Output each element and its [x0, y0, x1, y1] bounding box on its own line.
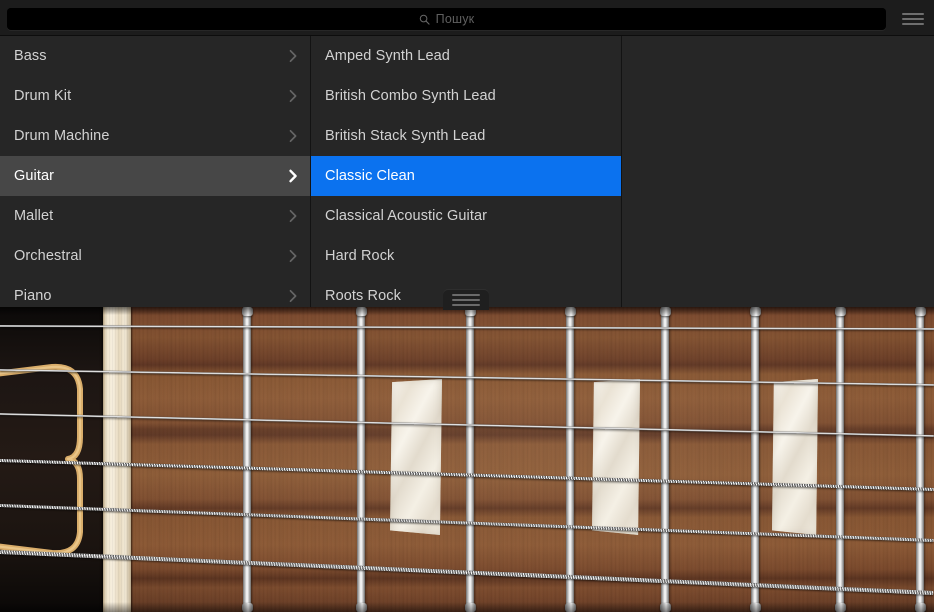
fret-cap-top — [242, 307, 253, 316]
menu-line-2 — [902, 18, 924, 20]
chevron-right-icon — [288, 289, 298, 303]
patch-label: Classic Clean — [325, 168, 609, 184]
fret-cap-bottom — [835, 603, 846, 612]
handle-line-2 — [452, 299, 480, 301]
search-input[interactable]: Пошук — [7, 8, 886, 30]
patch-row-amped-synth-lead[interactable]: Amped Synth Lead — [311, 36, 621, 76]
fret-wire-6 — [751, 307, 759, 612]
fret-inlay-2 — [592, 379, 640, 535]
category-row-orchestral[interactable]: Orchestral — [0, 236, 310, 276]
patch-column[interactable]: Amped Synth Lead British Combo Synth Lead… — [311, 36, 622, 311]
chevron-right-icon — [288, 89, 298, 103]
fret-inlay-3 — [772, 379, 818, 535]
menu-line-3 — [902, 23, 924, 25]
fret-inlay-1 — [390, 379, 442, 535]
fret-wire-5 — [661, 307, 669, 612]
search-icon — [419, 14, 430, 25]
category-label: Drum Machine — [14, 128, 288, 144]
fret-wire-8 — [916, 307, 924, 612]
resize-handle[interactable] — [443, 290, 489, 310]
search-placeholder-text: Пошук — [436, 13, 475, 26]
chevron-right-icon — [288, 169, 298, 183]
search-placeholder-group: Пошук — [419, 13, 475, 26]
category-label: Guitar — [14, 168, 288, 184]
category-row-guitar[interactable]: Guitar — [0, 156, 310, 196]
fret-cap-bottom — [565, 603, 576, 612]
fret-cap-top — [835, 307, 846, 316]
handle-line-3 — [452, 304, 480, 306]
guitar-fretboard[interactable] — [0, 307, 934, 612]
fret-cap-top — [356, 307, 367, 316]
fret-wire-4 — [566, 307, 574, 612]
detail-column — [622, 36, 934, 311]
fret-wire-1 — [243, 307, 251, 612]
fret-cap-bottom — [465, 603, 476, 612]
fret-wire-7 — [836, 307, 844, 612]
patch-row-classic-clean[interactable]: Classic Clean — [311, 156, 621, 196]
fret-cap-top — [915, 307, 926, 316]
fret-cap-top — [750, 307, 761, 316]
patch-row-hard-rock[interactable]: Hard Rock — [311, 236, 621, 276]
category-row-bass[interactable]: Bass — [0, 36, 310, 76]
patch-label: Classical Acoustic Guitar — [325, 208, 609, 224]
patch-row-british-combo-synth-lead[interactable]: British Combo Synth Lead — [311, 76, 621, 116]
fret-cap-bottom — [356, 603, 367, 612]
category-row-drum-machine[interactable]: Drum Machine — [0, 116, 310, 156]
hamburger-menu-icon[interactable] — [900, 9, 926, 28]
library-browser: Bass Drum Kit Drum Machine Guitar Mallet Orch… — [0, 36, 934, 311]
category-label: Piano — [14, 288, 288, 304]
category-row-mallet[interactable]: Mallet — [0, 196, 310, 236]
fret-cap-bottom — [660, 603, 671, 612]
instrument-browser-window: Пошук Bass Drum Kit Drum Machine Guitar Mall… — [0, 0, 934, 612]
guitar-nut — [103, 307, 131, 612]
patch-label: British Stack Synth Lead — [325, 128, 609, 144]
menu-line-1 — [902, 13, 924, 15]
patch-label: British Combo Synth Lead — [325, 88, 609, 104]
category-row-drum-kit[interactable]: Drum Kit — [0, 76, 310, 116]
patch-label: Hard Rock — [325, 248, 609, 264]
handle-line-1 — [452, 294, 480, 296]
chevron-right-icon — [288, 49, 298, 63]
category-label: Drum Kit — [14, 88, 288, 104]
chevron-right-icon — [288, 249, 298, 263]
fret-cap-bottom — [750, 603, 761, 612]
fret-cap-top — [565, 307, 576, 316]
chevron-right-icon — [288, 209, 298, 223]
category-label: Bass — [14, 48, 288, 64]
patch-row-british-stack-synth-lead[interactable]: British Stack Synth Lead — [311, 116, 621, 156]
category-column[interactable]: Bass Drum Kit Drum Machine Guitar Mallet Orch… — [0, 36, 311, 311]
chevron-right-icon — [288, 129, 298, 143]
category-label: Orchestral — [14, 248, 288, 264]
fret-wire-3 — [466, 307, 474, 612]
patch-label: Amped Synth Lead — [325, 48, 609, 64]
patch-row-classical-acoustic-guitar[interactable]: Classical Acoustic Guitar — [311, 196, 621, 236]
fret-cap-bottom — [915, 603, 926, 612]
category-row-piano[interactable]: Piano — [0, 276, 310, 311]
top-toolbar: Пошук — [0, 0, 934, 36]
fret-cap-bottom — [242, 603, 253, 612]
category-label: Mallet — [14, 208, 288, 224]
fret-cap-top — [660, 307, 671, 316]
